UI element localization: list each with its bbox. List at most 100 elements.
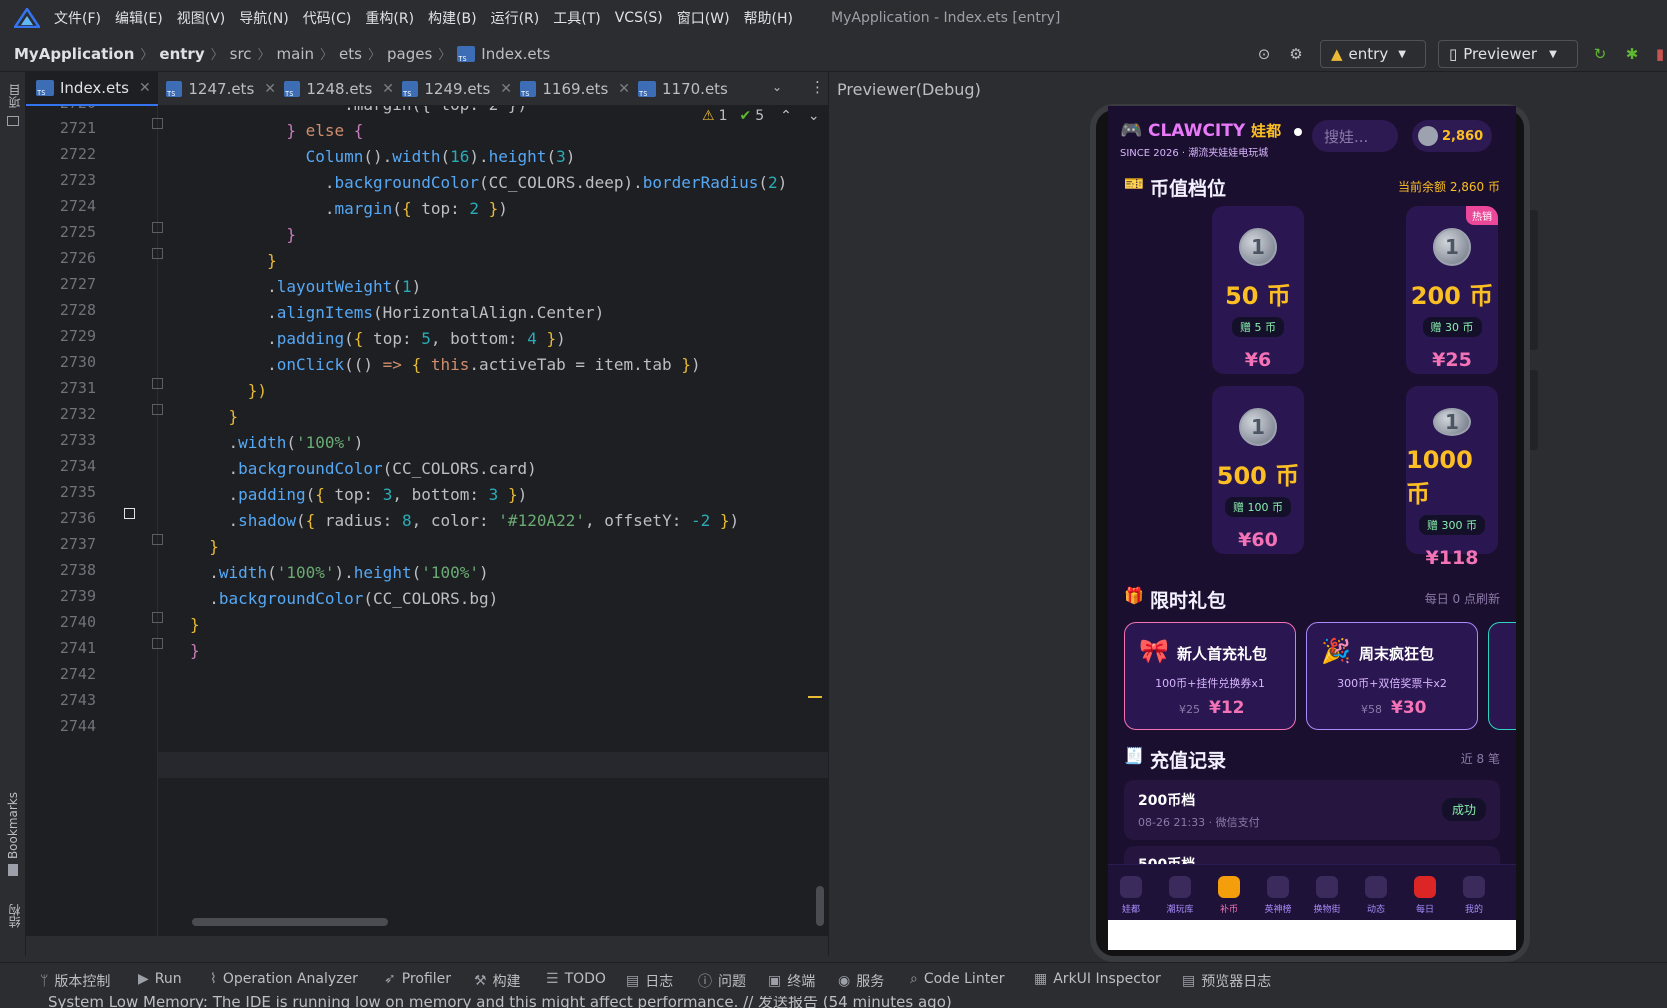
close-icon[interactable]: ✕ <box>264 81 276 97</box>
pack-price: ¥30 <box>1391 698 1427 718</box>
tab-1170[interactable]: 1170.ets <box>630 72 750 106</box>
tool-services[interactable]: ◉ 服务 <box>838 971 884 991</box>
tab-1247[interactable]: 1247.ets ✕ <box>158 72 276 106</box>
nav-item-recharge[interactable]: 补币 <box>1204 876 1254 915</box>
target-icon[interactable]: ⊙ <box>1254 44 1274 64</box>
menu-vcs[interactable]: VCS(S) <box>615 10 663 26</box>
tab-1169[interactable]: 1169.ets ✕ <box>512 72 630 106</box>
tab-index[interactable]: Index.ets ✕ <box>26 72 158 106</box>
menu-build[interactable]: 构建(B) <box>428 8 477 28</box>
phone-screen[interactable]: 🎮 CLAWCITY 娃都 SINCE 2026 · 潮流夹娃娃电玩城 搜娃..… <box>1108 106 1516 950</box>
fold-icon[interactable] <box>152 534 163 545</box>
coin-icon <box>1418 126 1438 146</box>
tool-problems[interactable]: ⓘ 问题 <box>698 971 746 991</box>
coin-amount: 200 币 <box>1410 282 1494 310</box>
nav-item-daily[interactable]: 每日 <box>1400 876 1450 915</box>
inspection-widget[interactable]: ⚠ 1 ✔ 5 ⌃ ⌄ <box>702 108 820 124</box>
tool-code-linter[interactable]: ⌕ Code Linter <box>910 971 1005 987</box>
line-number: 2738 <box>59 561 96 579</box>
tool-profiler[interactable]: ➶ Profiler <box>384 971 451 987</box>
tool-vcs[interactable]: ᛘ 版本控制 <box>40 971 110 991</box>
menu-help[interactable]: 帮助(H) <box>744 8 793 28</box>
close-icon[interactable]: ✕ <box>139 80 151 96</box>
project-tool-button[interactable]: 项目 <box>6 84 23 108</box>
record-row[interactable]: 200币档 08-26 21:33 · 微信支付 成功 <box>1124 780 1500 840</box>
chevron-down-icon[interactable]: ⌄ <box>808 108 820 124</box>
chevron-up-icon[interactable]: ⌃ <box>780 108 792 124</box>
tool-run[interactable]: ▶ Run <box>138 971 182 987</box>
breadcrumb-src[interactable]: src <box>230 45 252 63</box>
tab-overflow-chevron-icon[interactable]: ⌄ <box>772 80 782 94</box>
tool-previewer-log[interactable]: ▤ 预览器日志 <box>1182 971 1271 991</box>
menu-navigate[interactable]: 导航(N) <box>239 8 288 28</box>
menu-code[interactable]: 代码(C) <box>303 8 352 28</box>
tab-1249[interactable]: 1249.ets ✕ <box>394 72 512 106</box>
fold-icon[interactable] <box>152 222 163 233</box>
gift-pack-card-partial[interactable] <box>1488 622 1516 730</box>
breakpoint-marker-icon[interactable] <box>124 508 135 519</box>
close-icon[interactable]: ✕ <box>382 81 394 97</box>
nav-item-me[interactable]: 我的 <box>1449 876 1499 915</box>
nav-item-ranking[interactable]: 英神榜 <box>1253 876 1303 915</box>
stop-icon[interactable]: ▮ <box>1650 44 1667 64</box>
breadcrumb-ets[interactable]: ets <box>339 45 362 63</box>
module-selector[interactable]: ▲ entry ▼ <box>1320 40 1426 68</box>
nav-item-home[interactable]: 娃都 <box>1108 876 1156 915</box>
fold-icon[interactable] <box>152 378 163 389</box>
coin-tier-card[interactable]: 热销 1 200 币 赠 30 币 ¥25 <box>1406 206 1498 374</box>
menu-window[interactable]: 窗口(W) <box>677 8 730 28</box>
nav-item-toys[interactable]: 潮玩库 <box>1155 876 1205 915</box>
breadcrumb-main[interactable]: main <box>277 45 314 63</box>
warning-stripe[interactable] <box>808 696 822 698</box>
coin-tier-card[interactable]: 1 1000 币 赠 300 币 ¥118 <box>1406 386 1498 569</box>
tool-log[interactable]: ▤ 日志 <box>626 971 673 991</box>
breadcrumb-project[interactable]: MyApplication <box>14 45 134 63</box>
fold-icon[interactable] <box>152 612 163 623</box>
tool-build[interactable]: ⚒ 构建 <box>474 971 521 991</box>
log-icon: ▤ <box>626 973 640 989</box>
code-editor[interactable]: 2720 2721 2722 2723 2724 2725 2726 2727 … <box>26 106 828 936</box>
tool-todo[interactable]: ☰ TODO <box>546 971 606 987</box>
nav-item-feed[interactable]: 动态 <box>1351 876 1401 915</box>
menu-run[interactable]: 运行(R) <box>491 8 540 28</box>
terminal-icon: ▣ <box>768 973 782 989</box>
menu-file[interactable]: 文件(F) <box>54 8 101 28</box>
tab-1248[interactable]: 1248.ets ✕ <box>276 72 394 106</box>
close-icon[interactable]: ✕ <box>500 81 512 97</box>
menu-edit[interactable]: 编辑(E) <box>115 8 163 28</box>
fold-icon[interactable] <box>152 248 163 259</box>
nav-item-exchange[interactable]: 换物街 <box>1302 876 1352 915</box>
fold-icon[interactable] <box>152 118 163 129</box>
horizontal-scrollbar[interactable] <box>192 918 388 926</box>
breadcrumb-file[interactable]: Index.ets <box>481 45 550 63</box>
gift-pack-card[interactable]: 🎉 周末疯狂包 300币+双倍奖票卡x2 ¥58 ¥30 <box>1306 622 1478 730</box>
menu-tools[interactable]: 工具(T) <box>553 8 600 28</box>
menu-view[interactable]: 视图(V) <box>177 8 226 28</box>
gift-pack-card[interactable]: 🎀 新人首充礼包 100币+挂件兑换券x1 ¥25 ¥12 <box>1124 622 1296 730</box>
more-options-icon[interactable]: ⋮ <box>810 78 825 96</box>
breadcrumb-module[interactable]: entry <box>159 45 204 63</box>
bookmarks-tool-button[interactable]: Bookmarks <box>6 792 20 859</box>
close-icon[interactable]: ✕ <box>618 81 630 97</box>
menu-refactor[interactable]: 重构(R) <box>365 8 414 28</box>
tool-operation-analyzer[interactable]: ⌇ Operation Analyzer <box>210 971 358 987</box>
device-selector[interactable]: ▯ Previewer ▼ <box>1438 40 1578 68</box>
balance-pill[interactable]: 2,860 <box>1412 120 1492 152</box>
line-number: 2731 <box>59 379 96 397</box>
structure-tool-button[interactable]: 结构 <box>6 904 23 928</box>
status-message[interactable]: System Low Memory: The IDE is running lo… <box>48 996 952 1008</box>
debug-icon[interactable]: ✱ <box>1622 44 1642 64</box>
tool-arkui-inspector[interactable]: ▦ ArkUI Inspector <box>1034 971 1161 987</box>
vertical-scrollbar[interactable] <box>816 886 824 926</box>
tool-terminal[interactable]: ▣ 终端 <box>768 971 815 991</box>
coin-tier-card[interactable]: 1 50 币 赠 5 币 ¥6 <box>1212 206 1304 374</box>
rerun-icon[interactable]: ↻ <box>1590 44 1610 64</box>
bug-settings-icon[interactable]: ⚙ <box>1286 44 1306 64</box>
fold-icon[interactable] <box>152 404 163 415</box>
search-input[interactable]: 搜娃... <box>1312 120 1398 152</box>
tool-label: TODO <box>564 971 606 987</box>
coin-tier-card[interactable]: 1 500 币 赠 100 币 ¥60 <box>1212 386 1304 554</box>
breadcrumb-pages[interactable]: pages <box>387 45 432 63</box>
fold-icon[interactable] <box>152 638 163 649</box>
coin-price: ¥118 <box>1425 547 1479 569</box>
